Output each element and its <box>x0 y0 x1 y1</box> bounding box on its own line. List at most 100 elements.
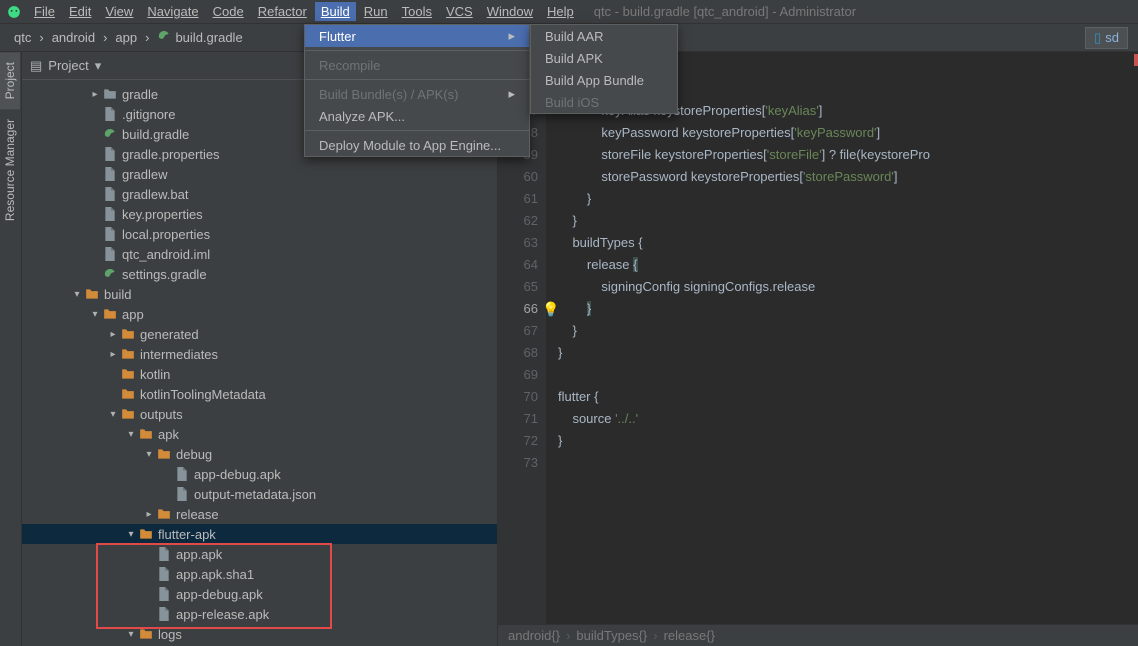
tree-item[interactable]: ▾logs <box>22 624 497 644</box>
tree-item[interactable]: local.properties <box>22 224 497 244</box>
code-line[interactable]: release { <box>558 254 1138 276</box>
tree-item[interactable]: gradlew <box>22 164 497 184</box>
tree-item[interactable]: app.apk.sha1 <box>22 564 497 584</box>
expand-icon[interactable]: ▾ <box>124 429 138 440</box>
build-menu-bundles-label: Build Bundle(s) / APK(s) <box>319 87 458 102</box>
tree-item[interactable]: ▸release <box>22 504 497 524</box>
code-editor[interactable]: 5758596061626364656667686970717273 signi… <box>498 52 1138 646</box>
menu-help[interactable]: Help <box>541 2 580 21</box>
intention-bulb-icon[interactable]: 💡 <box>542 298 559 320</box>
tree-item[interactable]: ▾flutter-apk <box>22 524 497 544</box>
collapse-icon[interactable]: ▸ <box>142 509 156 520</box>
tab-resource-manager[interactable]: Resource Manager <box>0 109 20 231</box>
tree-item[interactable]: key.properties <box>22 204 497 224</box>
code-line[interactable]: flutter { <box>558 386 1138 408</box>
menu-separator <box>305 79 529 80</box>
menu-refactor[interactable]: Refactor <box>252 2 313 21</box>
flutter-build-aar[interactable]: Build AAR <box>531 25 677 47</box>
tab-project[interactable]: Project <box>0 52 20 109</box>
project-icon: ▤ <box>30 58 42 74</box>
tree-item[interactable]: app-debug.apk <box>22 464 497 484</box>
expand-icon[interactable]: ▾ <box>70 289 84 300</box>
tree-item[interactable]: gradlew.bat <box>22 184 497 204</box>
tree-item[interactable]: ▾debug <box>22 444 497 464</box>
code-line[interactable]: } <box>558 342 1138 364</box>
nav-crumb-file[interactable]: build.gradle <box>153 27 246 48</box>
editor-crumb-buildtypes[interactable]: buildTypes{} <box>576 628 647 643</box>
code-line[interactable]: } <box>558 210 1138 232</box>
code-line[interactable]: buildTypes { <box>558 232 1138 254</box>
code-line[interactable]: } <box>558 320 1138 342</box>
code-line[interactable]: keyPassword keystoreProperties['keyPassw… <box>558 122 1138 144</box>
file-icon <box>102 246 118 262</box>
tree-item[interactable]: output-metadata.json <box>22 484 497 504</box>
folder-icon <box>156 506 172 522</box>
build-menu-deploy[interactable]: Deploy Module to App Engine... <box>305 134 529 156</box>
menu-run[interactable]: Run <box>358 2 394 21</box>
tree-item-label: app.apk <box>176 547 222 562</box>
collapse-icon[interactable]: ▸ <box>88 89 102 100</box>
editor-crumb-release[interactable]: release{} <box>664 628 715 643</box>
build-menu-flutter[interactable]: Flutter ▸ <box>305 25 529 47</box>
menu-file[interactable]: File <box>28 2 61 21</box>
menu-tools[interactable]: Tools <box>396 2 438 21</box>
tree-item[interactable]: app.apk <box>22 544 497 564</box>
nav-crumb-android[interactable]: android <box>48 28 99 47</box>
collapse-icon[interactable]: ▸ <box>106 329 120 340</box>
menu-vcs[interactable]: VCS <box>440 2 479 21</box>
code-line[interactable]: source '../..' <box>558 408 1138 430</box>
tree-item[interactable]: app-release.apk <box>22 604 497 624</box>
tree-item[interactable]: kotlin <box>22 364 497 384</box>
tree-item-label: gradlew <box>122 167 168 182</box>
expand-icon[interactable]: ▾ <box>124 629 138 640</box>
code-line[interactable]: } <box>558 430 1138 452</box>
code-line[interactable] <box>558 364 1138 386</box>
code-line[interactable]: signingConfig signingConfigs.release <box>558 276 1138 298</box>
folder-icon <box>138 626 154 642</box>
menu-window[interactable]: Window <box>481 2 539 21</box>
expand-icon[interactable]: ▾ <box>124 529 138 540</box>
collapse-icon[interactable]: ▸ <box>106 349 120 360</box>
tree-item[interactable]: app-debug.apk <box>22 584 497 604</box>
folder-icon <box>138 526 154 542</box>
tree-item[interactable]: ▸generated <box>22 324 497 344</box>
tree-item[interactable]: ▾app <box>22 304 497 324</box>
tree-item[interactable]: settings.gradle <box>22 264 497 284</box>
chevron-down-icon[interactable]: ▾ <box>95 58 102 74</box>
file-icon <box>102 166 118 182</box>
build-menu-flutter-label: Flutter <box>319 29 356 44</box>
line-number: 69 <box>498 364 538 386</box>
menu-code[interactable]: Code <box>207 2 250 21</box>
nav-crumb-root[interactable]: qtc <box>10 28 35 47</box>
project-tree[interactable]: ▸gradle.gitignorebuild.gradlegradle.prop… <box>22 80 497 646</box>
expand-icon[interactable]: ▾ <box>142 449 156 460</box>
code-line[interactable]: }💡 <box>558 298 1138 320</box>
editor-content[interactable]: signingConfigs { release { keyAlias keys… <box>546 52 1138 646</box>
build-menu-bundles[interactable]: Build Bundle(s) / APK(s) ▸ <box>305 83 529 105</box>
tree-item-label: output-metadata.json <box>194 487 316 502</box>
file-icon <box>156 586 172 602</box>
device-selector-button[interactable]: ▯ sd <box>1085 27 1128 49</box>
expand-icon[interactable]: ▾ <box>88 309 102 320</box>
code-line[interactable]: } <box>558 188 1138 210</box>
nav-crumb-app[interactable]: app <box>111 28 141 47</box>
menu-build[interactable]: Build <box>315 2 356 21</box>
code-line[interactable]: storePassword keystoreProperties['storeP… <box>558 166 1138 188</box>
menu-navigate[interactable]: Navigate <box>141 2 204 21</box>
menu-view[interactable]: View <box>99 2 139 21</box>
expand-icon[interactable]: ▾ <box>106 409 120 420</box>
editor-crumb-android[interactable]: android{} <box>508 628 560 643</box>
tree-item[interactable]: ▸intermediates <box>22 344 497 364</box>
tree-item[interactable]: qtc_android.iml <box>22 244 497 264</box>
code-line[interactable] <box>558 452 1138 474</box>
flutter-build-apk[interactable]: Build APK <box>531 47 677 69</box>
flutter-submenu: Build AAR Build APK Build App Bundle Bui… <box>530 24 678 114</box>
tree-item[interactable]: ▾apk <box>22 424 497 444</box>
flutter-build-bundle[interactable]: Build App Bundle <box>531 69 677 91</box>
tree-item[interactable]: ▾build <box>22 284 497 304</box>
build-menu-analyze[interactable]: Analyze APK... <box>305 105 529 127</box>
tree-item[interactable]: ▾outputs <box>22 404 497 424</box>
code-line[interactable]: storeFile keystoreProperties['storeFile'… <box>558 144 1138 166</box>
tree-item[interactable]: kotlinToolingMetadata <box>22 384 497 404</box>
menu-edit[interactable]: Edit <box>63 2 97 21</box>
